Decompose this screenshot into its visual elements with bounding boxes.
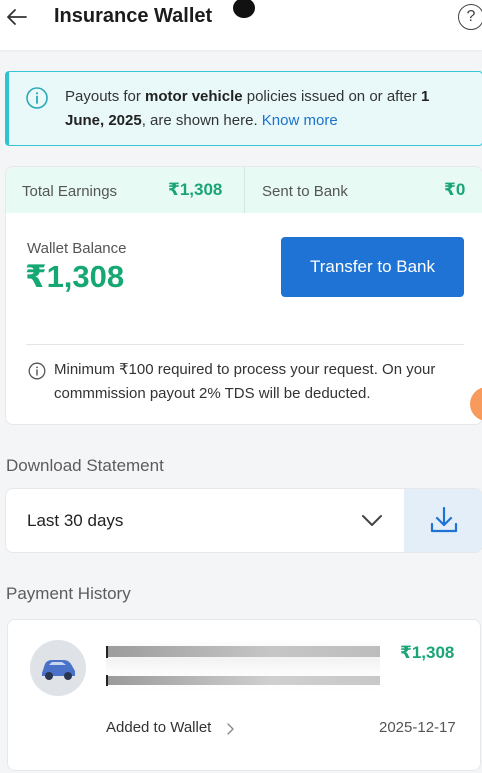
- page-title: Insurance Wallet: [54, 5, 213, 27]
- avatar: [30, 640, 86, 696]
- back-button[interactable]: [4, 4, 30, 30]
- history-amount: ₹1,308: [400, 643, 455, 662]
- earnings-summary: Total Earnings ₹1,308 Sent to Bank ₹0: [6, 167, 482, 213]
- total-earnings-label: Total Earnings: [22, 183, 118, 200]
- download-statement-title: Download Statement: [6, 456, 164, 475]
- help-icon: ?: [466, 8, 476, 25]
- help-button[interactable]: ?: [458, 4, 482, 30]
- summary-divider: [244, 167, 245, 213]
- total-earnings-value: ₹1,308: [168, 180, 223, 199]
- info-banner-text: Payouts for motor vehicle policies issue…: [65, 88, 430, 129]
- sent-to-bank-value: ₹0: [444, 180, 466, 199]
- chevron-down-icon[interactable]: [360, 511, 384, 531]
- payment-history-item[interactable]: ₹1,308 Added to Wallet 2025-12-17: [7, 619, 481, 771]
- camera-cutout: [233, 0, 255, 18]
- back-arrow-icon: [7, 9, 27, 25]
- info-icon: [28, 362, 46, 380]
- history-status: Added to Wallet: [106, 719, 212, 736]
- history-date: 2025-12-17: [379, 719, 456, 736]
- payment-history-title: Payment History: [6, 584, 131, 603]
- app-header: Insurance Wallet ?: [0, 0, 482, 50]
- info-banner: Payouts for motor vehicle policies issue…: [5, 71, 482, 146]
- wallet-balance-label: Wallet Balance: [27, 240, 127, 257]
- know-more-link[interactable]: Know more: [262, 112, 338, 129]
- car-icon: [42, 660, 75, 680]
- wallet-card: Total Earnings ₹1,308 Sent to Bank ₹0 Wa…: [5, 166, 482, 425]
- wallet-balance-value: ₹1,308: [25, 259, 125, 294]
- redacted-details: [106, 638, 380, 694]
- download-icon: [430, 506, 458, 533]
- chevron-right-icon: [227, 723, 234, 735]
- info-icon: [26, 87, 48, 109]
- sent-to-bank-label: Sent to Bank: [262, 183, 348, 200]
- transfer-to-bank-button[interactable]: Transfer to Bank: [281, 237, 464, 297]
- minimum-amount-note: Minimum ₹100 required to process your re…: [54, 361, 436, 402]
- download-statement-row: Last 30 days: [5, 488, 482, 553]
- divider: [26, 344, 464, 345]
- download-button[interactable]: [404, 489, 482, 552]
- period-select[interactable]: Last 30 days: [27, 511, 123, 531]
